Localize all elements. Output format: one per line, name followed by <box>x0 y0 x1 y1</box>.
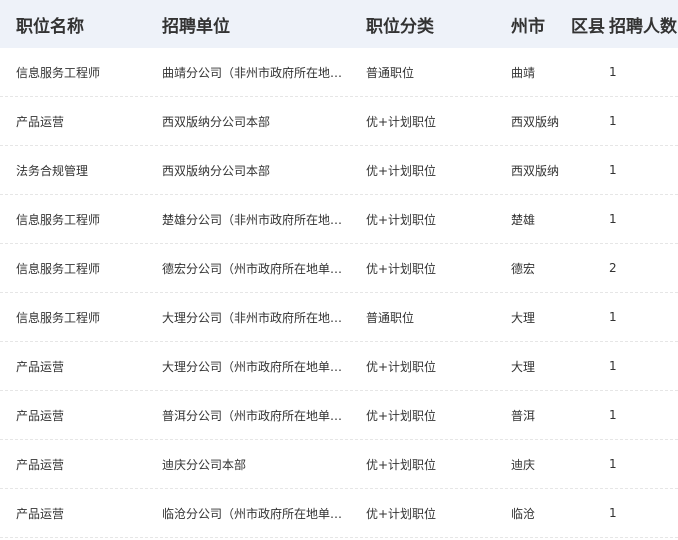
cell-category: 普通职位 <box>366 65 415 80</box>
cell-position: 信息服务工程师 <box>16 261 101 276</box>
cell-location: 楚雄 <box>511 212 536 227</box>
table-row[interactable]: 产品运营 普洱分公司（州市政府所在地单位） 优+计划职位 普洱 1 <box>0 391 678 440</box>
cell-count: 1 <box>609 310 617 324</box>
cell-location: 大理 <box>511 310 536 325</box>
table-header: 职位名称 招聘单位 职位分类 州市 区县 招聘人数 <box>0 0 678 48</box>
cell-count: 1 <box>609 457 617 471</box>
cell-location: 曲靖 <box>511 65 536 80</box>
cell-count: 1 <box>609 408 617 422</box>
cell-category: 优+计划职位 <box>366 114 437 129</box>
cell-position: 法务合规管理 <box>16 163 89 178</box>
cell-count: 1 <box>609 212 617 226</box>
cell-category: 优+计划职位 <box>366 212 437 227</box>
cell-unit: 临沧分公司（州市政府所在地单位） <box>162 506 350 521</box>
cell-category: 优+计划职位 <box>366 261 437 276</box>
cell-location: 普洱 <box>511 408 536 423</box>
header-prefecture[interactable]: 州市 <box>511 12 545 37</box>
cell-location: 迪庆 <box>511 457 536 472</box>
cell-position: 信息服务工程师 <box>16 310 101 325</box>
header-location: 州市 区县 <box>495 12 605 37</box>
table-row[interactable]: 信息服务工程师 大理分公司（非州市政府所在地单位） 普通职位 大理 1 <box>0 293 678 342</box>
header-count[interactable]: 招聘人数 <box>593 12 678 37</box>
cell-category: 优+计划职位 <box>366 506 437 521</box>
header-unit[interactable]: 招聘单位 <box>146 12 350 37</box>
cell-count: 1 <box>609 65 617 79</box>
cell-unit: 西双版纳分公司本部 <box>162 163 271 178</box>
cell-position: 产品运营 <box>16 457 65 472</box>
cell-location: 德宏 <box>511 261 536 276</box>
table-row[interactable]: 信息服务工程师 德宏分公司（州市政府所在地单位） 优+计划职位 德宏 2 <box>0 244 678 293</box>
table-row[interactable]: 产品运营 迪庆分公司本部 优+计划职位 迪庆 1 <box>0 440 678 489</box>
cell-category: 优+计划职位 <box>366 457 437 472</box>
cell-position: 产品运营 <box>16 114 65 129</box>
cell-position: 信息服务工程师 <box>16 65 101 80</box>
cell-unit: 大理分公司（非州市政府所在地单位） <box>162 310 350 325</box>
cell-location: 临沧 <box>511 506 536 521</box>
cell-count: 1 <box>609 163 617 177</box>
cell-category: 优+计划职位 <box>366 408 437 423</box>
cell-count: 1 <box>609 114 617 128</box>
cell-position: 产品运营 <box>16 408 65 423</box>
cell-unit: 德宏分公司（州市政府所在地单位） <box>162 261 350 276</box>
table-row[interactable]: 产品运营 临沧分公司（州市政府所在地单位） 优+计划职位 临沧 1 <box>0 489 678 538</box>
cell-location: 西双版纳 <box>511 114 560 129</box>
table-row[interactable]: 产品运营 西双版纳分公司本部 优+计划职位 西双版纳 1 <box>0 97 678 146</box>
cell-count: 2 <box>609 261 617 275</box>
cell-unit: 曲靖分公司（非州市政府所在地单位） <box>162 65 350 80</box>
cell-unit: 迪庆分公司本部 <box>162 457 247 472</box>
cell-count: 1 <box>609 506 617 520</box>
cell-position: 产品运营 <box>16 359 65 374</box>
cell-unit: 西双版纳分公司本部 <box>162 114 271 129</box>
header-position[interactable]: 职位名称 <box>0 12 146 37</box>
table-row[interactable]: 信息服务工程师 曲靖分公司（非州市政府所在地单位） 普通职位 曲靖 1 <box>0 48 678 97</box>
header-category[interactable]: 职位分类 <box>350 12 495 37</box>
cell-category: 普通职位 <box>366 310 415 325</box>
job-table: 职位名称 招聘单位 职位分类 州市 区县 招聘人数 信息服务工程师 曲靖分公司（… <box>0 0 678 540</box>
cell-position: 产品运营 <box>16 506 65 521</box>
table-row[interactable]: 产品运营 大理分公司（州市政府所在地单位） 优+计划职位 大理 1 <box>0 342 678 391</box>
cell-count: 1 <box>609 359 617 373</box>
cell-category: 优+计划职位 <box>366 163 437 178</box>
cell-unit: 大理分公司（州市政府所在地单位） <box>162 359 350 374</box>
cell-category: 优+计划职位 <box>366 359 437 374</box>
cell-location: 大理 <box>511 359 536 374</box>
cell-location: 西双版纳 <box>511 163 560 178</box>
cell-unit: 普洱分公司（州市政府所在地单位） <box>162 408 350 423</box>
cell-position: 信息服务工程师 <box>16 212 101 227</box>
cell-unit: 楚雄分公司（非州市政府所在地单位） <box>162 212 350 227</box>
table-row[interactable]: 信息服务工程师 楚雄分公司（非州市政府所在地单位） 优+计划职位 楚雄 1 <box>0 195 678 244</box>
table-row[interactable]: 法务合规管理 西双版纳分公司本部 优+计划职位 西双版纳 1 <box>0 146 678 195</box>
